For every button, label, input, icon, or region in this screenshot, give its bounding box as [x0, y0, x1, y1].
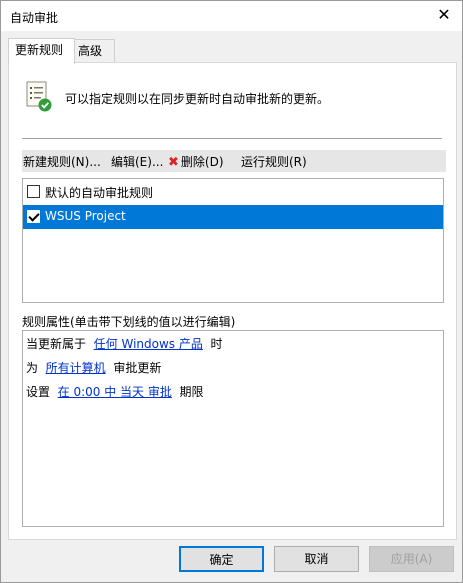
close-icon[interactable]: ✕	[432, 4, 456, 26]
list-item[interactable]: 默认的自动审批规则	[23, 180, 443, 204]
new-rule-button[interactable]: 新建规则(N)...	[23, 153, 101, 170]
tab-label: 高级	[78, 44, 103, 58]
list-item[interactable]: WSUS Project	[23, 205, 443, 229]
run-rule-button[interactable]: 运行规则(R)	[241, 153, 307, 170]
property-text: 当更新属于	[26, 337, 87, 351]
ok-button[interactable]: 确定	[179, 546, 264, 572]
window-title: 自动审批	[10, 11, 59, 25]
rule-checkbox[interactable]	[27, 185, 40, 198]
product-link[interactable]: 任何 Windows 产品	[94, 337, 203, 351]
delete-rule-button[interactable]: ✖ 删除(D)	[168, 153, 224, 170]
rule-properties-box: 当更新属于 任何 Windows 产品 时 为 所有计算机 审批更新 设置 在 …	[22, 330, 444, 527]
rule-properties-heading: 规则属性(单击带下划线的值以进行编辑)	[22, 315, 236, 329]
deadline-link[interactable]: 在 0:00 中 当天 审批	[58, 385, 172, 399]
property-text: 时	[210, 337, 223, 351]
rule-label: 默认的自动审批规则	[45, 186, 154, 200]
property-line: 为 所有计算机 审批更新	[26, 359, 161, 376]
delete-label: 删除(D)	[180, 155, 224, 169]
info-text: 可以指定规则以在同步更新时自动审批新的更新。	[65, 92, 330, 106]
rule-label: WSUS Project	[45, 209, 126, 223]
edit-rule-button[interactable]: 编辑(E)...	[111, 153, 163, 170]
rules-document-check-icon	[26, 81, 52, 112]
delete-x-icon: ✖	[168, 155, 179, 170]
dialog-window: 自动审批 ✕ 更新规则 高级 可以指定规则以在同步更新时自动审批新的更新。 新建…	[0, 0, 463, 583]
apply-button[interactable]: 应用(A)	[369, 546, 454, 572]
property-text: 为	[26, 361, 39, 375]
computer-group-link[interactable]: 所有计算机	[46, 361, 106, 375]
cancel-button[interactable]: 取消	[274, 546, 359, 572]
tab-label: 更新规则	[15, 43, 64, 57]
rule-checkbox[interactable]	[27, 210, 40, 223]
rules-list: 默认的自动审批规则 WSUS Project	[22, 178, 444, 303]
tab-panel: 可以指定规则以在同步更新时自动审批新的更新。 新建规则(N)... 编辑(E).…	[8, 62, 457, 540]
tab-advanced[interactable]: 高级	[71, 39, 115, 62]
property-text: 期限	[179, 385, 204, 399]
property-text: 设置	[26, 385, 51, 399]
property-line: 当更新属于 任何 Windows 产品 时	[26, 335, 223, 352]
property-text: 审批更新	[113, 361, 162, 375]
divider	[22, 138, 442, 139]
tab-update-rules[interactable]: 更新规则	[8, 38, 75, 64]
title-bar: 自动审批 ✕	[1, 1, 462, 31]
rules-toolbar: 新建规则(N)... 编辑(E)... ✖ 删除(D) 运行规则(R)	[22, 150, 446, 172]
property-line: 设置 在 0:00 中 当天 审批 期限	[26, 383, 204, 400]
